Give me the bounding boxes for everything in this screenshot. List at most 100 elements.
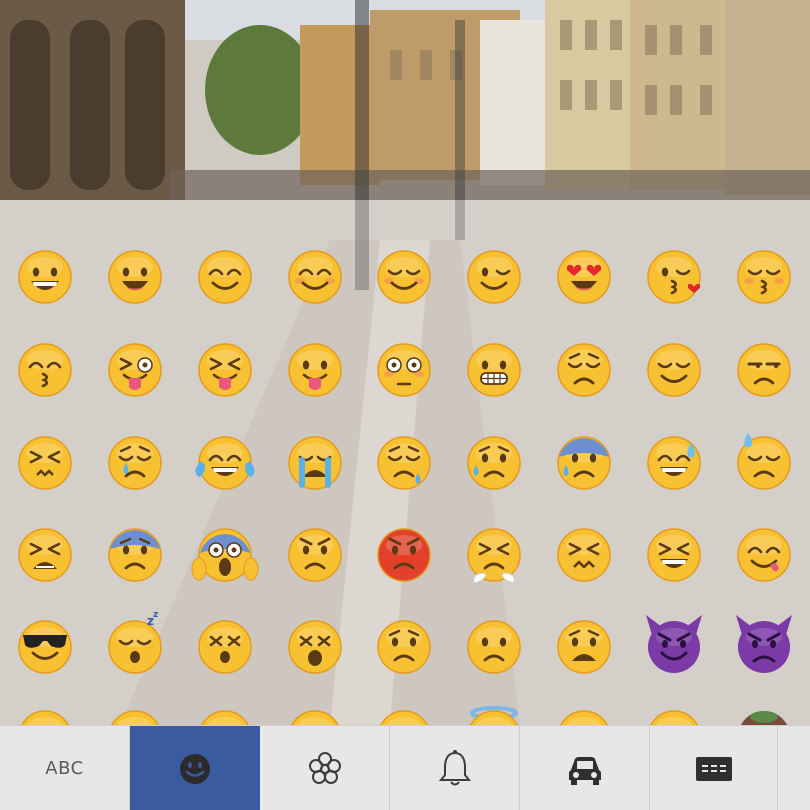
grinning-sweat-face-icon (647, 436, 701, 490)
sunglasses-face-emoji[interactable] (16, 616, 74, 678)
fearful-face-emoji[interactable] (106, 524, 164, 586)
pensive-face-emoji[interactable] (555, 339, 613, 401)
winking-tongue-face-icon (108, 343, 162, 397)
unamused-face-emoji[interactable] (735, 339, 793, 401)
worried-face-emoji[interactable] (375, 616, 433, 678)
flower-icon (306, 750, 344, 788)
laughing-squint-face-icon (647, 528, 701, 582)
tired-face-emoji[interactable] (16, 524, 74, 586)
fearful-sweat-face-emoji[interactable] (555, 432, 613, 494)
smiling-face-emoji[interactable] (196, 246, 254, 308)
angry-face-icon (288, 528, 342, 582)
bell-icon (437, 749, 473, 789)
winking-face-icon (467, 250, 521, 304)
frowning-face-emoji[interactable] (465, 616, 523, 678)
partial-alien-face-icon (740, 711, 788, 725)
partial-face-emoji[interactable] (645, 706, 703, 725)
astonished-dizzy-face-emoji[interactable] (286, 616, 344, 678)
angry-face-emoji[interactable] (286, 524, 344, 586)
anguished-face-emoji[interactable] (555, 616, 613, 678)
kissing-heart-face-icon (647, 250, 701, 304)
astonished-dizzy-face-icon (288, 620, 342, 674)
frowning-face-icon (467, 620, 521, 674)
angry-imp-face-emoji[interactable] (735, 615, 793, 678)
triumph-face-emoji[interactable] (465, 524, 523, 586)
screaming-face-emoji[interactable] (191, 524, 259, 586)
flushed-face-emoji[interactable] (375, 339, 433, 401)
sleepy-face-emoji[interactable] (375, 432, 433, 494)
relieved-face-emoji[interactable] (645, 339, 703, 401)
symbols-icon (694, 755, 734, 783)
tab-places[interactable] (520, 726, 650, 810)
tears-of-joy-face-icon (195, 436, 255, 490)
kissing-face-emoji[interactable] (16, 339, 74, 401)
tab-objects[interactable] (390, 726, 520, 810)
disappointed-relieved-face-emoji[interactable] (465, 432, 523, 494)
tab-nature[interactable] (260, 726, 390, 810)
worried-face-icon (377, 620, 431, 674)
smiling-blushing-face-emoji[interactable] (286, 246, 344, 308)
angry-imp-face-icon (736, 615, 792, 673)
partial-halo-face-emoji[interactable] (465, 706, 523, 725)
unamused-face-icon (737, 343, 791, 397)
partial-alien-face-emoji[interactable] (735, 706, 793, 725)
dizzy-face-emoji[interactable] (196, 616, 254, 678)
partial-face-emoji[interactable] (555, 706, 613, 725)
laughing-squint-face-emoji[interactable] (645, 524, 703, 586)
partial-face-icon (380, 710, 428, 725)
tab-abc[interactable]: ABC (0, 726, 130, 810)
grinning-face-emoji[interactable] (16, 246, 74, 308)
partial-halo-face-icon (470, 706, 518, 725)
grinning-sweat-face-emoji[interactable] (645, 432, 703, 494)
kissing-closed-eyes-face-icon (737, 250, 791, 304)
partial-face-emoji[interactable] (196, 706, 254, 725)
squinting-tongue-face-icon (198, 343, 252, 397)
persevering-face-emoji[interactable] (16, 432, 74, 494)
yum-face-emoji[interactable] (735, 524, 793, 586)
fearful-sweat-face-icon (557, 436, 611, 490)
sleepy-face-icon (377, 436, 431, 490)
partial-face-icon (291, 710, 339, 725)
smiling-imp-face-emoji[interactable] (645, 615, 703, 678)
partial-face-emoji[interactable] (106, 706, 164, 725)
flushed-face-icon (377, 343, 431, 397)
confounded-face-emoji[interactable] (555, 524, 613, 586)
crying-face-icon (108, 436, 162, 490)
crying-face-emoji[interactable] (106, 432, 164, 494)
pouting-face-emoji[interactable] (375, 524, 433, 586)
grimacing-face-icon (467, 343, 521, 397)
grimacing-face-emoji[interactable] (465, 339, 523, 401)
tongue-out-face-emoji[interactable] (286, 339, 344, 401)
partial-face-emoji[interactable] (16, 706, 74, 725)
loudly-crying-face-emoji[interactable] (286, 432, 344, 494)
relieved-smiling-face-emoji[interactable] (375, 246, 433, 308)
partial-face-emoji[interactable] (375, 706, 433, 725)
squinting-tongue-face-emoji[interactable] (196, 339, 254, 401)
tears-of-joy-face-emoji[interactable] (195, 432, 255, 494)
car-icon (565, 752, 605, 786)
pouting-face-icon (377, 528, 431, 582)
smiling-face-open-mouth-icon (108, 250, 162, 304)
partial-face-icon (560, 710, 608, 725)
relieved-smiling-face-icon (377, 250, 431, 304)
sleeping-face-icon: zz (108, 610, 162, 674)
smiling-imp-face-icon (646, 615, 702, 673)
partial-face-emoji[interactable] (286, 706, 344, 725)
kissing-closed-eyes-face-emoji[interactable] (735, 246, 793, 308)
smiling-face-open-mouth-emoji[interactable] (106, 246, 164, 308)
dizzy-face-icon (198, 620, 252, 674)
tired-face-icon (18, 528, 72, 582)
winking-face-emoji[interactable] (465, 246, 523, 308)
heart-eyes-face-icon (557, 250, 611, 304)
fearful-face-icon (108, 528, 162, 582)
emoji-grid: zz (0, 232, 810, 725)
sleeping-face-emoji[interactable]: zz (106, 610, 164, 678)
downcast-sweat-face-emoji[interactable] (735, 432, 793, 494)
tab-smileys[interactable] (130, 726, 260, 810)
kissing-heart-face-emoji[interactable] (645, 246, 703, 308)
winking-tongue-face-emoji[interactable] (106, 339, 164, 401)
smiley-icon (178, 752, 212, 786)
tab-symbols[interactable] (650, 726, 778, 810)
relieved-face-icon (647, 343, 701, 397)
heart-eyes-face-emoji[interactable] (555, 246, 613, 308)
